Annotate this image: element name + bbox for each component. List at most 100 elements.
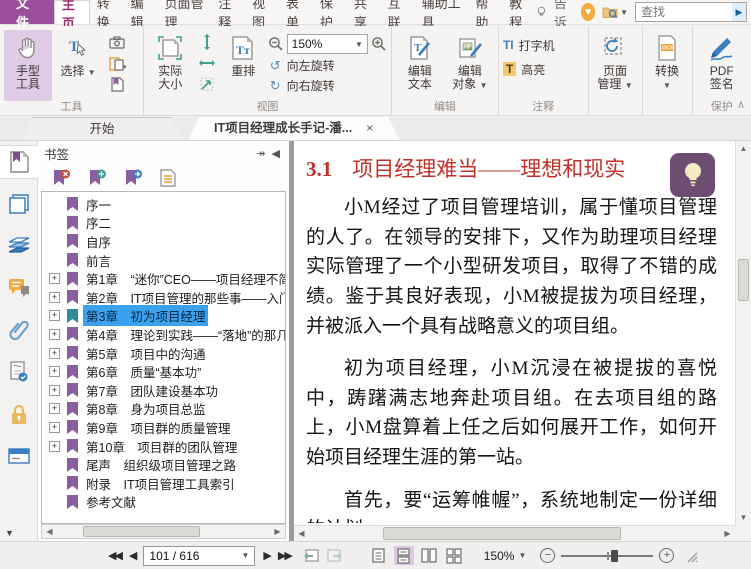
panel-more-icon[interactable]: ▼ xyxy=(5,528,14,538)
ribbon-collapse-icon[interactable]: ∧ xyxy=(737,98,745,111)
bookmark-item[interactable]: 附录 IT项目管理工具索引 xyxy=(42,474,285,493)
tab-start[interactable]: 开始 xyxy=(22,117,182,140)
fit-visible-icon[interactable] xyxy=(198,76,216,92)
edit-text-button[interactable]: T 编辑 文本 xyxy=(396,30,444,101)
panel-tab-attachments[interactable] xyxy=(0,313,38,347)
bookmarks-hscrollbar[interactable]: ◀ ▶ xyxy=(41,524,286,539)
bookmark-item[interactable]: + 第6章 质量“基本功” xyxy=(42,362,285,381)
continuous-mode-icon[interactable] xyxy=(393,546,414,565)
fit-page-icon[interactable] xyxy=(198,34,216,50)
bookmark-item[interactable]: 前言 xyxy=(42,251,285,270)
panel-tab-security[interactable] xyxy=(0,397,38,431)
search-folder-icon[interactable]: ▼ xyxy=(602,5,628,19)
next-page-icon[interactable]: ▶ xyxy=(263,549,272,562)
bookmark-destination-icon[interactable] xyxy=(124,169,143,187)
tree-expander-icon[interactable]: + xyxy=(49,384,60,396)
single-page-mode-icon[interactable] xyxy=(369,546,389,565)
facing-mode-icon[interactable] xyxy=(419,546,439,565)
tree-expander-icon[interactable]: + xyxy=(49,273,60,285)
panel-tab-bookmarks[interactable] xyxy=(0,145,38,179)
scroll-thumb[interactable] xyxy=(82,526,200,537)
pdf-sign-button[interactable]: PDF 签名 xyxy=(698,30,746,101)
close-icon[interactable]: × xyxy=(366,121,373,135)
bookmark-item[interactable]: + 第5章 项目中的沟通 xyxy=(42,344,285,363)
tree-expander-icon[interactable]: + xyxy=(49,291,60,303)
tree-expander-icon[interactable]: + xyxy=(49,403,60,415)
convert-button[interactable]: OCR 转换 ▼ xyxy=(647,30,688,101)
vertical-scrollbar[interactable]: ▲ ▼ xyxy=(735,141,751,525)
bookmark-item[interactable]: 参考文献 xyxy=(42,493,285,512)
delete-bookmark-icon[interactable] xyxy=(52,169,71,187)
bookmark-item[interactable]: 序一 xyxy=(42,195,285,214)
actual-size-button[interactable]: 实际 大小 xyxy=(148,30,193,101)
resize-grip[interactable] xyxy=(684,549,698,563)
continuous-facing-mode-icon[interactable] xyxy=(444,546,464,565)
menu-tab[interactable]: 帮助 xyxy=(468,0,502,30)
menu-tab[interactable]: 转换 xyxy=(90,0,124,30)
previous-view-icon[interactable] xyxy=(303,548,320,563)
tab-document[interactable]: IT项目经理成长手记-潘... × xyxy=(188,117,399,140)
expand-bookmarks-icon[interactable] xyxy=(160,169,176,187)
menu-tab[interactable]: 表单 xyxy=(279,0,313,30)
panel-tab-layers[interactable] xyxy=(0,229,38,263)
bookmark-item[interactable]: + 第3章 初为项目经理 xyxy=(42,305,285,327)
bookmark-item[interactable]: + 第4章 理论到实践——“落地”的那几招 xyxy=(42,325,285,344)
page-number-box[interactable]: 101 / 616 ▼ xyxy=(143,545,256,566)
bookmark-item[interactable]: + 第7章 团队建设基本功 xyxy=(42,381,285,400)
first-page-icon[interactable]: ◀◀ xyxy=(108,549,123,562)
bookmark-item[interactable]: + 第2章 IT项目管理的那些事——入门知 xyxy=(42,288,285,307)
menu-tab[interactable]: 辅助工具 xyxy=(415,0,469,30)
tree-expander-icon[interactable]: + xyxy=(49,310,60,322)
previous-page-icon[interactable]: ◀ xyxy=(129,549,138,562)
menu-tab[interactable]: 共享 xyxy=(347,0,381,30)
tree-expander-icon[interactable]: + xyxy=(49,421,60,433)
zoom-out-icon[interactable]: − xyxy=(540,548,556,563)
bookmark-item[interactable]: 尾声 组织级项目管理之路 xyxy=(42,455,285,474)
select-tool-button[interactable]: T 选择 ▼ xyxy=(54,30,102,101)
scroll-right-icon[interactable]: ▶ xyxy=(270,527,285,536)
panel-expand-icon[interactable]: ↠ xyxy=(253,147,268,160)
bookmark-item[interactable]: + 第10章 项目群的团队管理 xyxy=(42,437,285,456)
menu-tab[interactable]: 主页 xyxy=(53,0,90,31)
page-bookmark-icon[interactable] xyxy=(108,76,126,92)
scroll-left-icon[interactable]: ◀ xyxy=(294,529,309,538)
scroll-thumb[interactable] xyxy=(382,527,622,540)
highlight-button[interactable]: T 高亮 xyxy=(502,58,584,80)
zoom-level-control[interactable]: 150% ▼ xyxy=(484,549,527,563)
zoom-in-icon[interactable]: + xyxy=(659,548,675,563)
panel-tab-comments[interactable] xyxy=(0,271,38,305)
find-input[interactable] xyxy=(635,2,747,22)
zoom-slider-track[interactable] xyxy=(561,549,654,562)
scroll-thumb[interactable] xyxy=(738,259,749,301)
panel-tab-pages[interactable] xyxy=(0,187,38,221)
scroll-right-icon[interactable]: ▶ xyxy=(720,529,735,538)
bookmark-item[interactable]: 序二 xyxy=(42,214,285,233)
find-go-button[interactable]: ▶ xyxy=(732,3,746,21)
next-view-icon[interactable] xyxy=(326,548,343,563)
panel-tab-signatures[interactable] xyxy=(0,355,38,389)
snapshot-icon[interactable] xyxy=(108,34,126,50)
menu-tab[interactable]: 注释 xyxy=(211,0,245,30)
tree-expander-icon[interactable]: + xyxy=(49,366,60,378)
hand-tool-button[interactable]: 手型 工具 xyxy=(4,30,52,101)
bookmark-item[interactable]: + 第1章 “迷你”CEO——项目经理不简单 xyxy=(42,269,285,288)
menu-tab[interactable]: 互联 xyxy=(381,0,415,30)
menu-tab[interactable]: 视图 xyxy=(245,0,279,30)
tree-expander-icon[interactable]: + xyxy=(49,440,60,452)
menu-tab[interactable]: 保护 xyxy=(313,0,347,30)
menu-tab[interactable]: 页面管理 xyxy=(158,0,212,30)
lightbulb-icon[interactable] xyxy=(536,4,547,20)
rotate-left-button[interactable]: ↺ 向左旋转 xyxy=(268,57,387,74)
rotate-right-button[interactable]: ↻ 向右旋转 xyxy=(268,77,387,94)
fit-width-icon[interactable] xyxy=(198,55,216,71)
scroll-down-icon[interactable]: ▼ xyxy=(736,510,751,525)
document-hscrollbar[interactable]: ◀ ▶ xyxy=(294,525,735,541)
last-page-icon[interactable]: ▶▶ xyxy=(278,549,293,562)
tree-expander-icon[interactable]: + xyxy=(49,328,60,340)
page-management-button[interactable]: 页面 管理 ▼ xyxy=(593,30,638,101)
heart-icon[interactable]: ♥ xyxy=(581,3,596,21)
menu-tab[interactable]: 编辑 xyxy=(124,0,158,30)
zoom-level-dropdown[interactable]: 150% ▼ xyxy=(286,34,368,54)
panel-collapse-icon[interactable]: ◀ xyxy=(269,147,283,160)
menu-tab[interactable]: 教程 xyxy=(502,0,536,30)
